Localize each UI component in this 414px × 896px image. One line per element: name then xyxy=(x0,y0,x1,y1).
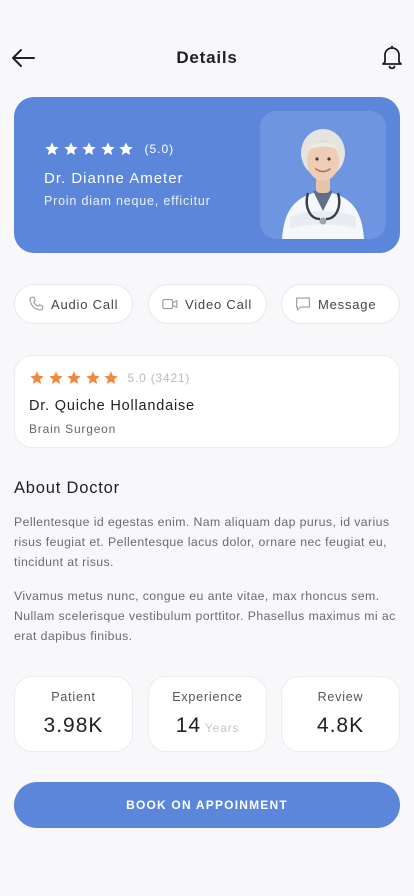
star-icon xyxy=(119,142,133,155)
stat-label: Patient xyxy=(51,690,96,704)
video-call-label: Video Call xyxy=(185,296,253,312)
doctor-photo xyxy=(260,111,386,239)
hero-doctor-subtitle: Proin diam neque, efficitur xyxy=(44,194,211,208)
audio-call-button[interactable]: Audio Call xyxy=(14,284,133,324)
about-paragraph: Vivamus metus nunc, congue eu ante vitae… xyxy=(14,589,396,643)
star-icon xyxy=(48,371,63,384)
star-icon xyxy=(82,142,96,155)
message-label: Message xyxy=(318,296,377,312)
about-heading: About Doctor xyxy=(14,479,120,497)
hero-doctor-name: Dr. Dianne Ameter xyxy=(44,170,184,187)
stat-card-patient: Patient 3.98K xyxy=(14,676,133,752)
star-icon xyxy=(67,371,81,384)
doctor-rating-value: 5.0 (3421) xyxy=(127,371,191,385)
featured-doctor-card[interactable]: (5.0) Dr. Dianne Ameter Proin diam neque… xyxy=(14,97,400,253)
phone-icon xyxy=(29,296,44,311)
page-title: Details xyxy=(176,48,238,67)
star-icon xyxy=(63,142,78,155)
star-icon xyxy=(30,371,44,384)
star-icon xyxy=(85,371,100,384)
book-appointment-button[interactable]: BOOK ON APPOINMENT xyxy=(14,782,400,828)
stat-card-experience: Experience 14 Years xyxy=(148,676,267,752)
stat-label: Review xyxy=(317,690,364,704)
stat-value: 3.98K xyxy=(15,714,132,738)
message-button[interactable]: Message xyxy=(281,284,400,324)
doctor-info-card[interactable]: 5.0 (3421) Dr. Quiche Hollandaise Brain … xyxy=(14,355,400,448)
contact-actions: Audio Call Video Call Message xyxy=(14,284,400,324)
stat-number: 3.98K xyxy=(43,714,104,737)
bell-icon xyxy=(382,45,402,70)
hero-rating-value: (5.0) xyxy=(144,142,175,156)
header-bar: Details xyxy=(0,38,414,78)
star-icon xyxy=(104,371,118,384)
doctor-specialty: Brain Surgeon xyxy=(29,422,117,436)
doctor-rating-stars: 5.0 (3421) xyxy=(29,370,190,386)
about-paragraph: Pellentesque id egestas enim. Nam aliqua… xyxy=(14,515,390,569)
doctor-name: Dr. Quiche Hollandaise xyxy=(29,398,195,414)
chat-bubble-icon xyxy=(296,297,310,311)
star-icon xyxy=(45,142,59,155)
stat-label: Experience xyxy=(172,690,243,704)
stat-value: 14 Years xyxy=(149,714,266,738)
star-icon xyxy=(100,142,115,155)
video-call-button[interactable]: Video Call xyxy=(148,284,267,324)
stat-unit: Years xyxy=(205,721,240,735)
stat-card-review: Review 4.8K xyxy=(281,676,400,752)
stat-number: 4.8K xyxy=(316,714,365,737)
audio-call-label: Audio Call xyxy=(51,296,119,312)
stat-value: 4.8K xyxy=(282,714,399,738)
stat-number: 14 xyxy=(175,714,202,737)
notifications-button[interactable] xyxy=(380,44,404,70)
video-camera-icon xyxy=(162,298,178,310)
hero-rating-stars: (5.0) xyxy=(44,141,174,157)
